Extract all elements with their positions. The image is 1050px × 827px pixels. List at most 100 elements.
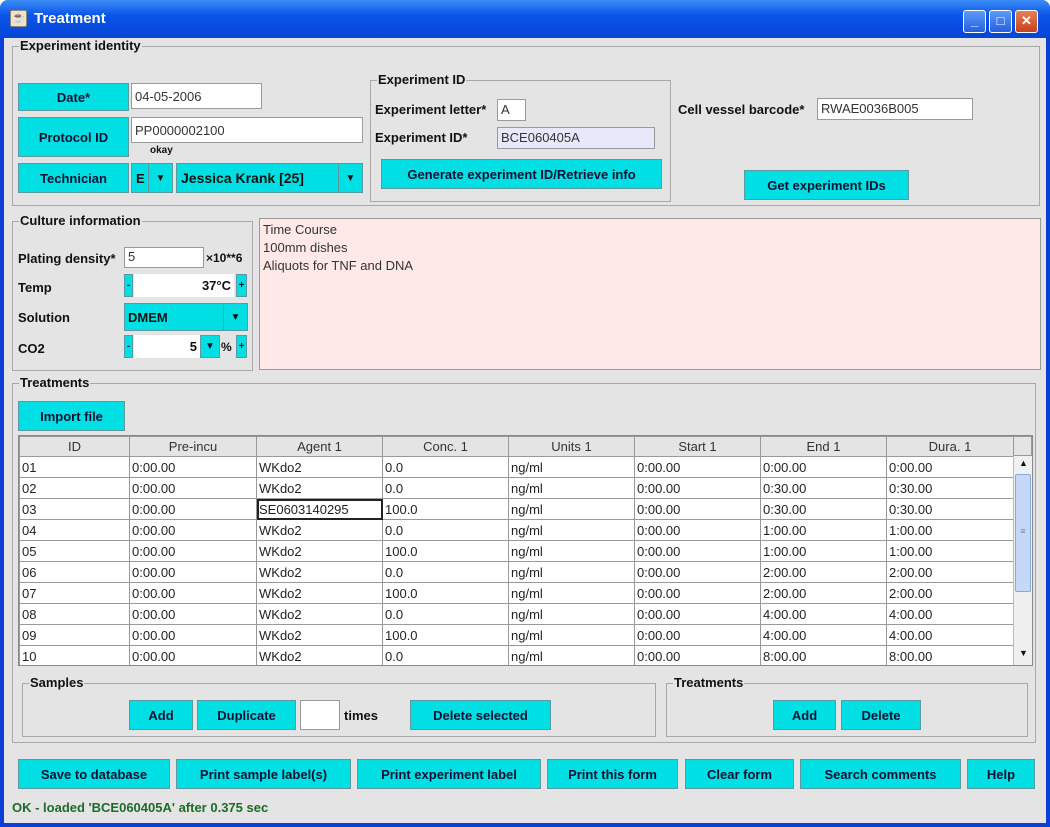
- table-cell[interactable]: WKdo2: [256, 603, 383, 625]
- close-button[interactable]: ✕: [1015, 10, 1038, 33]
- table-cell[interactable]: 0:00.00: [129, 624, 257, 646]
- column-header[interactable]: ID: [19, 436, 130, 457]
- table-cell[interactable]: 0:00.00: [886, 456, 1014, 478]
- save-to-database-button[interactable]: Save to database: [18, 759, 170, 789]
- table-cell[interactable]: ng/ml: [508, 582, 635, 604]
- temp-decrement-button[interactable]: -: [124, 274, 133, 297]
- table-cell[interactable]: 05: [19, 540, 130, 562]
- table-cell[interactable]: 100.0: [382, 498, 509, 520]
- table-cell[interactable]: 0:00.00: [129, 498, 257, 520]
- table-row[interactable]: 03 0:00.00 SE0603140295 100.0 ng/ml 0:00.00 0:…: [19, 498, 1014, 520]
- add-sample-button[interactable]: Add: [129, 700, 193, 730]
- table-row[interactable]: 08 0:00.00 WKdo2 0.0 ng/ml 0:00.00 4:00.00 4:00…: [19, 603, 1014, 625]
- table-cell[interactable]: WKdo2: [256, 582, 383, 604]
- table-cell[interactable]: 0:00.00: [634, 477, 761, 499]
- table-cell[interactable]: ng/ml: [508, 540, 635, 562]
- table-cell[interactable]: 100.0: [382, 582, 509, 604]
- import-file-button[interactable]: Import file: [18, 401, 125, 431]
- table-cell[interactable]: ng/ml: [508, 519, 635, 541]
- table-cell[interactable]: 07: [19, 582, 130, 604]
- chevron-down-icon[interactable]: ▼: [338, 164, 362, 192]
- experiment-letter-field[interactable]: A: [497, 99, 526, 121]
- table-cell[interactable]: ng/ml: [508, 603, 635, 625]
- table-row[interactable]: 02 0:00.00 WKdo2 0.0 ng/ml 0:00.00 0:30.00 0:30…: [19, 477, 1014, 499]
- get-experiment-ids-button[interactable]: Get experiment IDs: [744, 170, 909, 200]
- co2-increment-button[interactable]: +: [236, 335, 247, 358]
- solution-combo[interactable]: DMEM ▼: [124, 303, 248, 331]
- table-cell[interactable]: ng/ml: [508, 561, 635, 583]
- print-sample-labels-button[interactable]: Print sample label(s): [176, 759, 351, 789]
- table-cell[interactable]: 06: [19, 561, 130, 583]
- notes-textarea[interactable]: Time Course 100mm dishes Aliquots for TN…: [259, 218, 1041, 370]
- column-header[interactable]: Pre-incu: [129, 436, 257, 457]
- table-cell[interactable]: 0:30.00: [886, 477, 1014, 499]
- table-cell[interactable]: 02: [19, 477, 130, 499]
- table-cell[interactable]: 0:00.00: [760, 456, 887, 478]
- experiment-id-field[interactable]: BCE060405A: [497, 127, 655, 149]
- table-row[interactable]: 10 0:00.00 WKdo2 0.0 ng/ml 0:00.00 8:00.00 8:00…: [19, 645, 1014, 665]
- table-cell[interactable]: WKdo2: [256, 456, 383, 478]
- table-cell[interactable]: SE0603140295: [256, 498, 383, 520]
- table-cell[interactable]: 0:00.00: [634, 645, 761, 665]
- column-header[interactable]: Agent 1: [256, 436, 383, 457]
- table-cell[interactable]: 04: [19, 519, 130, 541]
- table-cell[interactable]: ng/ml: [508, 477, 635, 499]
- table-cell[interactable]: 0:00.00: [129, 519, 257, 541]
- title-bar[interactable]: ☕ Treatment _ □ ✕: [0, 0, 1050, 38]
- table-row[interactable]: 09 0:00.00 WKdo2 100.0 ng/ml 0:00.00 4:00.00 4:…: [19, 624, 1014, 646]
- table-cell[interactable]: WKdo2: [256, 540, 383, 562]
- temp-field[interactable]: 37°C: [134, 274, 234, 297]
- clear-form-button[interactable]: Clear form: [685, 759, 794, 789]
- chevron-down-icon[interactable]: ▼: [223, 304, 247, 330]
- table-cell[interactable]: ng/ml: [508, 645, 635, 665]
- table-cell[interactable]: 2:00.00: [886, 582, 1014, 604]
- scrollbar-thumb[interactable]: ≡: [1015, 474, 1031, 592]
- co2-field[interactable]: 5: [134, 335, 200, 358]
- column-header[interactable]: Dura. 1: [886, 436, 1014, 457]
- plating-density-field[interactable]: 5: [124, 247, 204, 268]
- table-cell[interactable]: 0.0: [382, 645, 509, 665]
- table-cell[interactable]: 1:00.00: [760, 519, 887, 541]
- table-cell[interactable]: 0:00.00: [634, 561, 761, 583]
- table-cell[interactable]: 0:00.00: [634, 456, 761, 478]
- table-cell[interactable]: 0:30.00: [760, 477, 887, 499]
- duplicate-button[interactable]: Duplicate: [197, 700, 296, 730]
- technician-button[interactable]: Technician: [18, 163, 129, 193]
- table-cell[interactable]: 0:30.00: [886, 498, 1014, 520]
- table-row[interactable]: 05 0:00.00 WKdo2 100.0 ng/ml 0:00.00 1:00.00 1:…: [19, 540, 1014, 562]
- table-cell[interactable]: 4:00.00: [760, 624, 887, 646]
- minimize-button[interactable]: _: [963, 10, 986, 33]
- table-cell[interactable]: ng/ml: [508, 498, 635, 520]
- table-cell[interactable]: 4:00.00: [886, 603, 1014, 625]
- table-cell[interactable]: 0.0: [382, 519, 509, 541]
- scroll-up-icon[interactable]: ▲: [1016, 458, 1031, 472]
- scroll-down-icon[interactable]: ▼: [1016, 648, 1031, 662]
- table-cell[interactable]: 1:00.00: [886, 519, 1014, 541]
- table-cell[interactable]: 0:00.00: [634, 498, 761, 520]
- date-field[interactable]: 04-05-2006: [131, 83, 262, 109]
- table-cell[interactable]: 0:30.00: [760, 498, 887, 520]
- print-experiment-label-button[interactable]: Print experiment label: [357, 759, 541, 789]
- table-cell[interactable]: 0:00.00: [129, 477, 257, 499]
- table-cell[interactable]: 0.0: [382, 456, 509, 478]
- co2-decrement-button[interactable]: -: [124, 335, 133, 358]
- table-cell[interactable]: 0:00.00: [129, 645, 257, 665]
- protocol-id-field[interactable]: PP0000002100: [131, 117, 363, 143]
- table-cell[interactable]: WKdo2: [256, 519, 383, 541]
- print-this-form-button[interactable]: Print this form: [547, 759, 678, 789]
- table-row[interactable]: 04 0:00.00 WKdo2 0.0 ng/ml 0:00.00 1:00.00 1:00…: [19, 519, 1014, 541]
- table-cell[interactable]: 0.0: [382, 561, 509, 583]
- table-cell[interactable]: 0:00.00: [129, 582, 257, 604]
- table-cell[interactable]: 03: [19, 498, 130, 520]
- table-cell[interactable]: 01: [19, 456, 130, 478]
- table-cell[interactable]: 0:00.00: [634, 582, 761, 604]
- table-cell[interactable]: 1:00.00: [886, 540, 1014, 562]
- cell-vessel-barcode-field[interactable]: RWAE0036B005: [817, 98, 973, 120]
- table-cell[interactable]: 4:00.00: [886, 624, 1014, 646]
- table-cell[interactable]: 2:00.00: [886, 561, 1014, 583]
- table-cell[interactable]: 2:00.00: [760, 561, 887, 583]
- table-cell[interactable]: 100.0: [382, 540, 509, 562]
- table-cell[interactable]: 0:00.00: [129, 603, 257, 625]
- help-button[interactable]: Help: [967, 759, 1035, 789]
- delete-treatment-button[interactable]: Delete: [841, 700, 921, 730]
